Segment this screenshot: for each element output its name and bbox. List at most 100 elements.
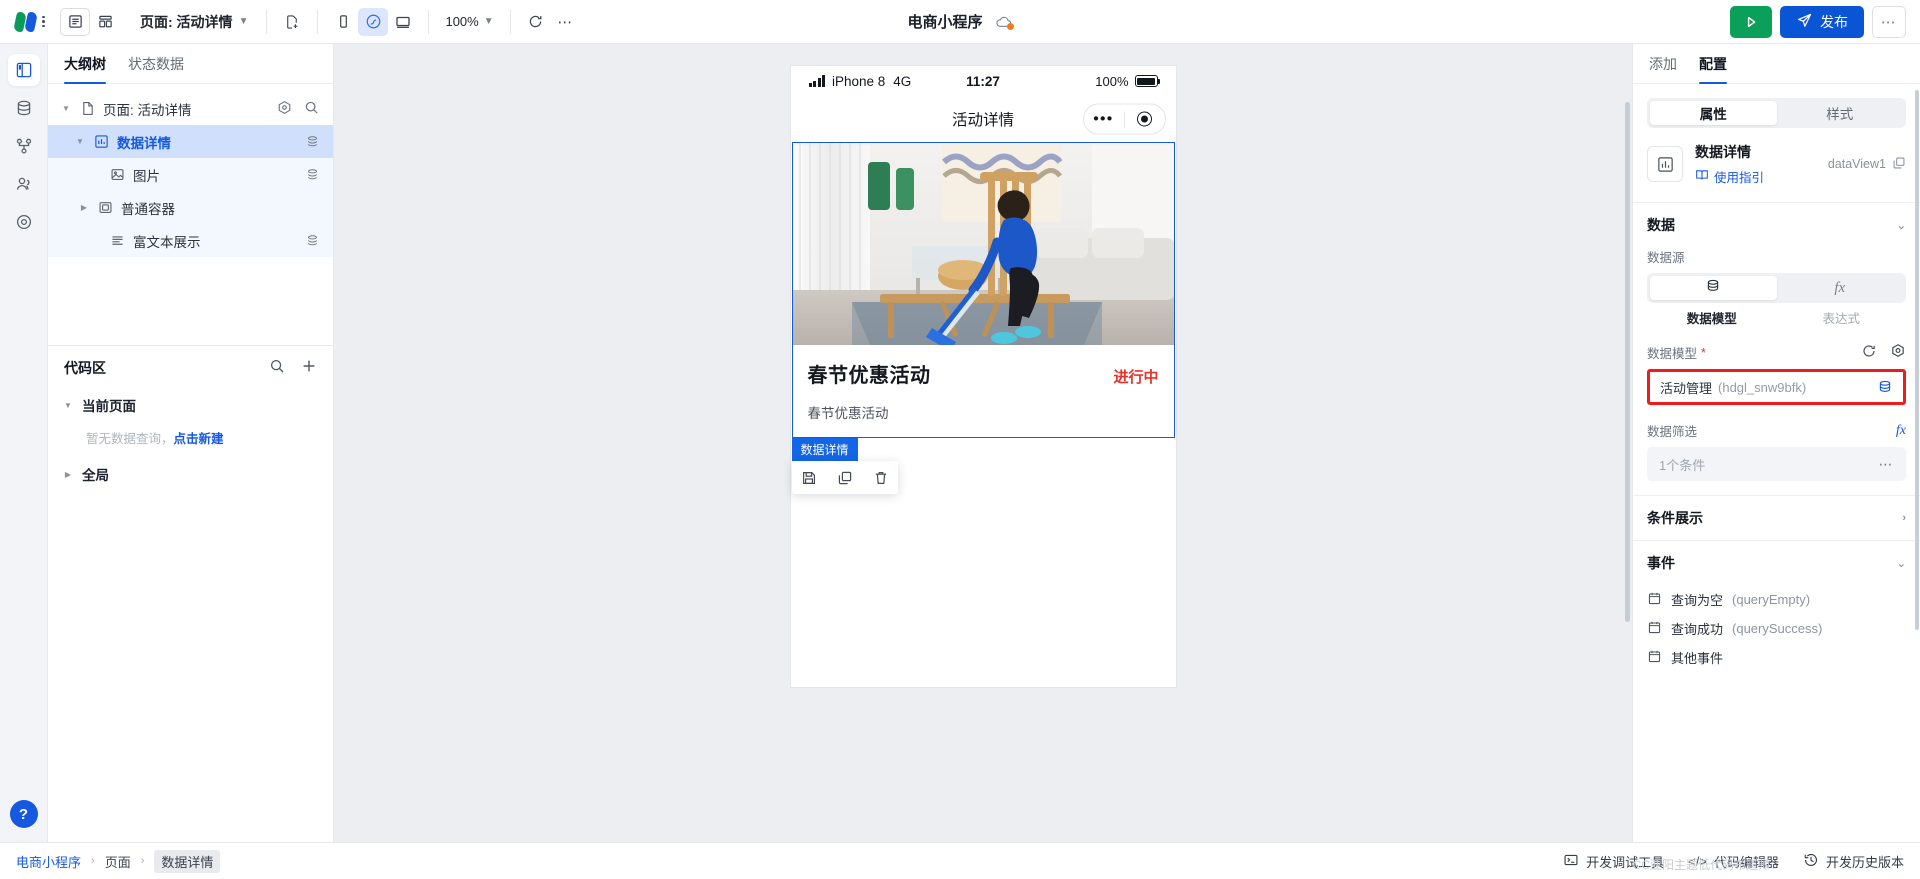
create-query-link[interactable]: 点击新建 bbox=[174, 432, 224, 446]
grid-view-icon[interactable] bbox=[90, 8, 120, 36]
project-title: 电商小程序 bbox=[907, 14, 983, 31]
event-row-other[interactable]: 其他事件 bbox=[1647, 643, 1906, 672]
chevron-down-icon[interactable]: ▼ bbox=[62, 401, 74, 410]
miniprogram-device-icon[interactable] bbox=[358, 7, 389, 36]
debug-tool-button[interactable]: 开发调试工具 bbox=[1563, 852, 1664, 871]
database-icon[interactable] bbox=[1877, 379, 1893, 395]
usage-guide-link[interactable]: 使用指引 bbox=[1695, 167, 1816, 186]
tab-state-data[interactable]: 状态数据 bbox=[128, 54, 184, 83]
cloud-sync-icon[interactable] bbox=[995, 15, 1014, 30]
breadcrumb-project[interactable]: 电商小程序 bbox=[16, 852, 81, 871]
tab-config[interactable]: 配置 bbox=[1699, 54, 1727, 84]
rail-item-users[interactable] bbox=[8, 168, 40, 200]
tree-row-richtext[interactable]: ▶ 富文本展示 bbox=[48, 224, 333, 257]
list-view-icon[interactable] bbox=[60, 7, 90, 36]
datafilter-field[interactable]: 1个条件 ⋯ bbox=[1647, 447, 1906, 481]
app-logo[interactable] bbox=[0, 0, 60, 44]
refresh-icon[interactable] bbox=[521, 8, 551, 36]
save-icon[interactable] bbox=[798, 470, 820, 486]
more-horizontal-icon[interactable]: ⋯ bbox=[551, 8, 581, 36]
datafilter-actions: fx bbox=[1896, 423, 1906, 439]
delete-icon[interactable] bbox=[870, 470, 892, 486]
rail-item-flow[interactable] bbox=[8, 130, 40, 162]
more-horizontal-icon[interactable]: ⋯ bbox=[1879, 456, 1895, 473]
more-options-icon[interactable]: ⋯ bbox=[1872, 5, 1906, 38]
selected-component-wrap[interactable]: 春节优惠活动 进行中 春节优惠活动 数据详情 bbox=[791, 142, 1175, 494]
phone-navbar: 活动详情 ••• bbox=[791, 96, 1176, 142]
phone-preview: iPhone 8 4G 11:27 100% 活动详情 ••• 春节优惠活动 进… bbox=[790, 66, 1176, 687]
datasource-label-row: 数据源 bbox=[1647, 247, 1906, 266]
data-section-header[interactable]: 数据 ⌄ bbox=[1647, 203, 1906, 247]
help-button[interactable]: ? bbox=[9, 800, 38, 828]
refresh-icon[interactable] bbox=[1861, 343, 1877, 362]
chevron-down-icon[interactable]: ▼ bbox=[74, 137, 86, 146]
datamodel-select[interactable]: 活动管理 (hdgl_snw9bfk) bbox=[1647, 369, 1906, 405]
event-label: 查询为空 bbox=[1671, 593, 1724, 608]
breadcrumb-pages[interactable]: 页面 bbox=[105, 852, 131, 871]
config-panel-scrollbar[interactable] bbox=[1915, 90, 1919, 630]
rail-item-settings[interactable] bbox=[8, 206, 40, 238]
event-row-query-empty[interactable]: 查询为空 (queryEmpty) bbox=[1647, 585, 1906, 614]
search-icon[interactable] bbox=[304, 100, 319, 118]
logo-menu-dots-icon[interactable] bbox=[42, 15, 45, 28]
segment-properties[interactable]: 属性 bbox=[1650, 101, 1777, 125]
container-icon bbox=[97, 199, 114, 216]
search-icon[interactable] bbox=[269, 358, 285, 379]
code-section-actions bbox=[269, 358, 317, 379]
tree-row-image[interactable]: ▶ 图片 bbox=[48, 158, 333, 191]
code-group-global[interactable]: ▶ 全局 bbox=[62, 459, 319, 489]
chevron-right-icon[interactable]: › bbox=[1902, 512, 1906, 524]
settings-icon[interactable] bbox=[1890, 343, 1906, 362]
code-section-header: 代码区 bbox=[48, 346, 333, 390]
datamodel-actions bbox=[1861, 343, 1906, 362]
run-preview-button[interactable] bbox=[1730, 5, 1772, 38]
chevron-down-icon[interactable]: ⌄ bbox=[1897, 557, 1906, 570]
zoom-selector[interactable]: 100% ▼ bbox=[439, 14, 499, 29]
code-group-current-page[interactable]: ▼ 当前页面 bbox=[62, 390, 319, 420]
tree-label-image: 图片 bbox=[133, 168, 160, 184]
new-page-icon[interactable] bbox=[277, 8, 307, 36]
chevron-right-icon[interactable]: ▶ bbox=[78, 203, 90, 212]
target-icon[interactable] bbox=[277, 100, 292, 118]
fx-icon[interactable]: fx bbox=[1896, 423, 1906, 439]
rail-item-database[interactable] bbox=[8, 92, 40, 124]
page-selector[interactable]: 页面: 活动详情 ▼ bbox=[132, 12, 256, 32]
tree-label-richtext: 富文本展示 bbox=[133, 234, 201, 250]
breadcrumb-current: 数据详情 bbox=[154, 849, 221, 873]
event-section-header[interactable]: 事件 ⌄ bbox=[1647, 541, 1906, 585]
segment-styles[interactable]: 样式 bbox=[1777, 101, 1904, 125]
event-row-query-success[interactable]: 查询成功 (querySuccess) bbox=[1647, 614, 1906, 643]
phone-device-icon[interactable] bbox=[328, 8, 358, 36]
canvas-scrollbar[interactable] bbox=[1625, 102, 1630, 622]
chevron-down-icon[interactable]: ▼ bbox=[60, 104, 72, 113]
datasource-model-tab[interactable] bbox=[1650, 276, 1777, 300]
history-version-button[interactable]: 开发历史版本 bbox=[1803, 852, 1904, 871]
component-id-group: dataView1 bbox=[1828, 156, 1906, 173]
publish-button[interactable]: 发布 bbox=[1780, 5, 1864, 38]
rail-item-layout[interactable] bbox=[7, 54, 40, 86]
tab-add[interactable]: 添加 bbox=[1649, 54, 1677, 83]
plus-icon[interactable] bbox=[301, 358, 317, 379]
capsule-close-icon[interactable] bbox=[1125, 105, 1165, 134]
chevron-right-icon[interactable]: ▶ bbox=[62, 470, 74, 479]
property-style-segment: 属性 样式 bbox=[1647, 98, 1906, 128]
data-bound-badge-icon bbox=[306, 135, 319, 148]
design-canvas[interactable]: iPhone 8 4G 11:27 100% 活动详情 ••• 春节优惠活动 进… bbox=[334, 44, 1632, 842]
code-editor-button[interactable]: </> 代码编辑器 bbox=[1688, 852, 1779, 871]
tree-row-dataview[interactable]: ▼ 数据详情 bbox=[48, 125, 333, 158]
chevron-down-icon[interactable]: ⌄ bbox=[1897, 219, 1906, 232]
outline-panel: 大纲树 状态数据 ▼ 页面: 活动详情 ▼ 数据详情 图片 ▶ 普通容器 富文本… bbox=[48, 44, 334, 842]
tree-row-container[interactable]: ▶ 普通容器 bbox=[48, 191, 333, 224]
tab-outline-tree[interactable]: 大纲树 bbox=[64, 54, 106, 84]
datasource-expression-tab[interactable]: fx bbox=[1777, 276, 1904, 300]
topbar-actions: 发布 ⋯ bbox=[1730, 5, 1920, 38]
tree-row-page[interactable]: ▼ 页面: 活动详情 bbox=[48, 92, 333, 125]
brand-logo-icon bbox=[13, 11, 39, 33]
copy-icon[interactable] bbox=[834, 470, 856, 486]
component-id: dataView1 bbox=[1827, 157, 1886, 171]
copy-icon[interactable] bbox=[1892, 156, 1906, 173]
condition-section-header[interactable]: 条件展示 › bbox=[1647, 496, 1906, 540]
desktop-device-icon[interactable] bbox=[388, 8, 418, 36]
code-groups: ▼ 当前页面 暂无数据查询，点击新建 ▶ 全局 bbox=[48, 390, 333, 489]
capsule-more-icon[interactable]: ••• bbox=[1084, 105, 1124, 134]
